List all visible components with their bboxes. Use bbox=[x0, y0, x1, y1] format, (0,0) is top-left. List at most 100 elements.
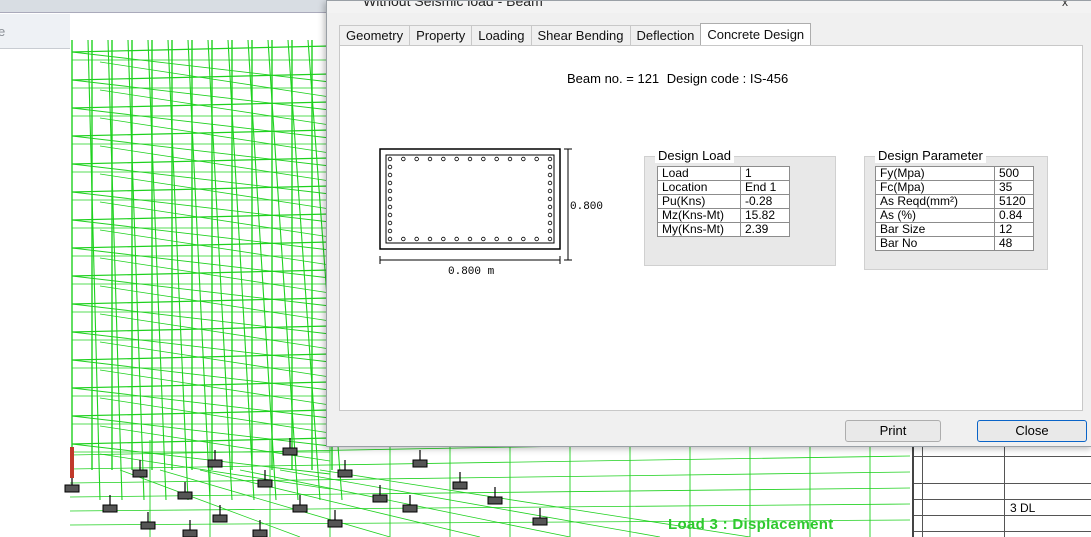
support-icon bbox=[182, 529, 198, 537]
frame-member bbox=[99, 117, 331, 154]
frame-member bbox=[99, 285, 331, 322]
param-label: My(Kns-Mt) bbox=[657, 222, 741, 237]
rebar-mark bbox=[547, 228, 553, 234]
rebar-mark bbox=[427, 156, 433, 162]
param-label: Fc(Mpa) bbox=[875, 180, 995, 195]
design-load-group: Design Load Load 1 Location End 1 Pu(Kns) -… bbox=[644, 148, 836, 266]
param-value: 12 bbox=[994, 222, 1034, 237]
frame-member bbox=[99, 89, 331, 126]
param-value: 500 bbox=[994, 166, 1034, 181]
param-label: Fy(Mpa) bbox=[875, 166, 995, 181]
frame-member bbox=[99, 61, 331, 98]
frame-member bbox=[99, 369, 331, 406]
table-row: Bar No 48 bbox=[875, 236, 1034, 251]
tab-property[interactable]: Property bbox=[409, 25, 473, 45]
results-table: 3 DL bbox=[912, 443, 1091, 537]
frame-member bbox=[147, 39, 167, 501]
param-value: End 1 bbox=[740, 180, 790, 195]
rebar-mark bbox=[467, 236, 473, 242]
support-icon bbox=[327, 519, 343, 528]
rebar-mark bbox=[454, 236, 459, 242]
tab-loading[interactable]: Loading bbox=[471, 25, 532, 45]
param-label: Location bbox=[657, 180, 741, 195]
support-icon bbox=[132, 469, 148, 478]
concrete-design-panel: Beam no. = 121 Design code : IS-456 0.80… bbox=[339, 45, 1083, 411]
frame-member bbox=[69, 487, 911, 498]
design-load-title: Design Load bbox=[655, 148, 734, 163]
support-icon bbox=[412, 459, 428, 468]
tab-strip: Geometry Property Loading Shear Bending … bbox=[339, 23, 812, 45]
rebar-mark bbox=[387, 204, 393, 210]
support-icon bbox=[282, 447, 298, 456]
tab-geometry[interactable]: Geometry bbox=[339, 25, 411, 45]
frame-member bbox=[107, 39, 123, 501]
param-label: Load bbox=[657, 166, 741, 181]
support-icon bbox=[140, 521, 156, 530]
left-field-text: e bbox=[0, 24, 6, 39]
param-label: As (%) bbox=[875, 208, 995, 223]
rebar-mark bbox=[481, 156, 486, 162]
beam-number-label: Beam no. = 121 bbox=[567, 71, 660, 86]
param-value: 35 bbox=[994, 180, 1034, 195]
table-row: Load 1 bbox=[657, 166, 790, 181]
param-label: Bar No bbox=[875, 236, 995, 251]
param-label: Mz(Kns-Mt) bbox=[657, 208, 741, 223]
tab-concrete-design[interactable]: Concrete Design bbox=[700, 23, 812, 45]
rebar-mark bbox=[534, 156, 539, 162]
rebar-mark bbox=[547, 156, 553, 162]
frame-member bbox=[69, 471, 911, 484]
param-value: 1 bbox=[740, 166, 790, 181]
rebar-mark bbox=[507, 236, 513, 242]
param-value: 48 bbox=[994, 236, 1034, 251]
tab-deflection[interactable]: Deflection bbox=[629, 25, 702, 45]
viewport-left-field[interactable]: e bbox=[0, 14, 70, 49]
table-row: Fc(Mpa) 35 bbox=[875, 180, 1034, 195]
rebar-mark bbox=[387, 156, 393, 162]
design-parameter-table: Fy(Mpa) 500 Fc(Mpa) 35 As Reqd(mm²) 5120 As… bbox=[875, 166, 1034, 251]
table-row: As (%) 0.84 bbox=[875, 208, 1034, 223]
param-label: Pu(Kns) bbox=[657, 194, 741, 209]
support-icon bbox=[487, 496, 503, 505]
frame-member bbox=[99, 397, 331, 434]
rebar-mark bbox=[547, 164, 553, 170]
rebar-mark bbox=[494, 156, 499, 162]
table-row: Fy(Mpa) 500 bbox=[875, 166, 1034, 181]
rebar-mark bbox=[547, 172, 553, 178]
frame-member bbox=[69, 503, 911, 512]
cross-section-drawing: 0.800 0.800 m bbox=[378, 147, 618, 297]
rebar-mark bbox=[427, 236, 433, 242]
tab-shear-bending[interactable]: Shear Bending bbox=[530, 25, 631, 45]
rebar-mark bbox=[387, 236, 393, 242]
rebar-mark bbox=[547, 204, 553, 210]
cross-section-svg bbox=[379, 148, 572, 264]
print-button[interactable]: Print bbox=[845, 420, 941, 442]
frame-member bbox=[99, 341, 331, 378]
frame-member bbox=[99, 229, 331, 266]
design-parameter-group: Design Parameter Fy(Mpa) 500 Fc(Mpa) 35 As… bbox=[864, 148, 1048, 270]
support-icon bbox=[337, 469, 353, 478]
support-icon bbox=[102, 504, 118, 513]
rebar-mark bbox=[387, 164, 393, 170]
close-button[interactable]: Close bbox=[977, 420, 1087, 442]
rebar-mark bbox=[387, 220, 393, 226]
rebar-mark bbox=[547, 188, 553, 194]
support-icon bbox=[532, 517, 548, 526]
support-icon bbox=[257, 479, 273, 488]
table-row: Pu(Kns) -0.28 bbox=[657, 194, 790, 209]
rebar-mark bbox=[547, 180, 553, 186]
rebar-mark bbox=[387, 228, 393, 234]
support-icon bbox=[177, 491, 193, 500]
rebar-mark bbox=[494, 236, 499, 242]
rebar-mark bbox=[414, 156, 419, 162]
rebar-mark bbox=[401, 236, 406, 242]
table-row: Mz(Kns-Mt) 15.82 bbox=[657, 208, 790, 223]
dialog-close-icon[interactable]: x bbox=[1062, 1, 1068, 9]
support-icon bbox=[64, 484, 80, 493]
table-row: Location End 1 bbox=[657, 180, 790, 195]
support-icon bbox=[452, 481, 468, 490]
param-value: 15.82 bbox=[740, 208, 790, 223]
frame-member bbox=[239, 469, 571, 537]
rebar-mark bbox=[454, 156, 459, 162]
param-label: As Reqd(mm²) bbox=[875, 194, 995, 209]
rebar-mark bbox=[387, 188, 393, 194]
